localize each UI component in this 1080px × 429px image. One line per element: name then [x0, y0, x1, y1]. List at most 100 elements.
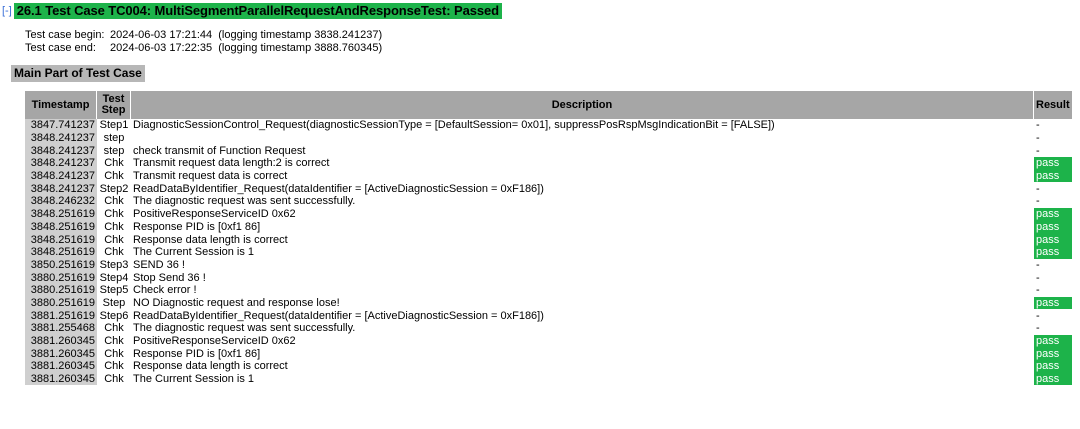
- cell-result: -: [1036, 258, 1040, 271]
- table-row: 3880.251619 Step5 Check error ! -: [25, 283, 1072, 297]
- table-row: 3881.260345 Chk The Current Session is 1 pa…: [25, 372, 1072, 386]
- cell-result: -: [1036, 322, 1040, 335]
- cell-result: pass: [1034, 233, 1072, 246]
- cell-result: pass: [1034, 347, 1072, 361]
- cell-result: pass: [1034, 157, 1072, 170]
- cell-test-step: Chk: [104, 322, 124, 335]
- cell-timestamp: 3880.251619: [25, 296, 97, 310]
- cell-timestamp: 3881.260345: [25, 360, 97, 373]
- table-row: 3880.251619 Step NO Diagnostic request and…: [25, 296, 1072, 310]
- end-row: Test case end: 2024-06-03 17:22:35 (logg…: [25, 42, 382, 55]
- cell-description: ReadDataByIdentifier_Request(dataIdentif…: [133, 309, 544, 322]
- cell-test-step: Chk: [104, 246, 124, 259]
- cell-description: Check error !: [133, 284, 197, 297]
- table-body: 3847.741237 Step1 DiagnosticSessionControl…: [25, 119, 1072, 386]
- cell-timestamp: 3848.246232: [25, 195, 97, 208]
- cell-timestamp: 3848.241237: [25, 169, 97, 183]
- col-header-test-step-line2: Step: [101, 104, 126, 116]
- table-row: 3881.251619 Step6 ReadDataByIdentifier_Req…: [25, 309, 1072, 322]
- table-row: 3881.260345 Chk Response data length is co…: [25, 360, 1072, 373]
- begin-value: 2024-06-03 17:21:44 (logging timestamp 3…: [110, 29, 383, 41]
- cell-description: Transmit request data length:2 is correc…: [133, 157, 330, 170]
- cell-test-step: Step4: [99, 271, 129, 284]
- cell-timestamp: 3850.251619: [25, 258, 97, 272]
- cell-timestamp: 3881.260345: [25, 372, 97, 386]
- cell-description: The diagnostic request was sent successf…: [133, 195, 356, 208]
- cell-description: Response data length is correct: [133, 233, 288, 246]
- col-header-test-step: Test Step: [97, 91, 131, 119]
- table-row: 3848.251619 Chk PositiveResponseServiceID …: [25, 207, 1072, 221]
- cell-test-step: Step1: [99, 119, 129, 132]
- table-row: 3848.241237 Chk Transmit request data leng…: [25, 157, 1072, 170]
- cell-result: -: [1036, 132, 1040, 145]
- cell-timestamp: 3848.241237: [25, 144, 97, 158]
- cell-test-step: Step3: [99, 258, 129, 271]
- cell-result: -: [1036, 144, 1040, 157]
- cell-description: PositiveResponseServiceID 0x62: [133, 335, 296, 348]
- cell-test-step: Step6: [99, 309, 129, 322]
- cell-test-step: Chk: [104, 347, 124, 360]
- cell-test-step: Chk: [104, 208, 124, 221]
- cell-description: Response data length is correct: [133, 360, 288, 373]
- cell-result: pass: [1034, 207, 1072, 221]
- cell-description: Stop Send 36 !: [133, 271, 206, 284]
- cell-description: DiagnosticSessionControl_Request(diagnos…: [133, 119, 775, 132]
- collapse-toggle[interactable]: [-]: [0, 5, 14, 17]
- cell-timestamp: 3848.251619: [25, 220, 97, 234]
- col-header-timestamp: Timestamp: [25, 91, 97, 119]
- cell-test-step: Chk: [104, 335, 124, 348]
- cell-test-step: step: [103, 132, 125, 145]
- table-row: 3848.251619 Chk The Current Session is 1 pa…: [25, 245, 1072, 259]
- cell-timestamp: 3848.251619: [25, 207, 97, 221]
- cell-timestamp: 3880.251619: [25, 271, 97, 284]
- cell-test-step: Chk: [104, 157, 124, 170]
- cell-test-step: Step: [102, 296, 126, 309]
- section-title: Main Part of Test Case: [11, 65, 145, 82]
- cell-result: -: [1036, 284, 1040, 297]
- cell-timestamp: 3848.241237: [25, 182, 97, 196]
- cell-result: pass: [1034, 372, 1072, 386]
- cell-description: SEND 36 !: [133, 258, 185, 271]
- col-header-description: Description: [131, 91, 1034, 119]
- test-steps-table: Timestamp Test Step Description Result 3…: [25, 91, 1072, 386]
- cell-timestamp: 3881.260345: [25, 347, 97, 361]
- table-row: 3848.241237 Step2 ReadDataByIdentifier_Req…: [25, 182, 1072, 196]
- test-case-header: [-] 26.1 Test Case TC004: MultiSegmentPa…: [0, 3, 502, 19]
- col-header-result: Result: [1034, 91, 1072, 119]
- table-row: 3880.251619 Step4 Stop Send 36 ! -: [25, 271, 1072, 284]
- cell-timestamp: 3880.251619: [25, 283, 97, 297]
- cell-description: The Current Session is 1: [133, 373, 255, 386]
- table-row: 3848.251619 Chk Response data length is co…: [25, 233, 1072, 246]
- cell-description: ReadDataByIdentifier_Request(dataIdentif…: [133, 182, 544, 195]
- table-header-row: Timestamp Test Step Description Result: [25, 91, 1072, 119]
- table-row: 3848.241237 step check transmit of Functio…: [25, 144, 1072, 158]
- cell-description: The diagnostic request was sent successf…: [133, 322, 356, 335]
- cell-result: -: [1036, 271, 1040, 284]
- cell-timestamp: 3848.241237: [25, 157, 97, 170]
- begin-label: Test case begin:: [25, 29, 105, 41]
- cell-timestamp: 3847.741237: [25, 119, 97, 132]
- test-case-title: 26.1 Test Case TC004: MultiSegmentParall…: [13, 3, 502, 19]
- cell-description: The Current Session is 1: [133, 246, 255, 259]
- cell-description: PositiveResponseServiceID 0x62: [133, 208, 296, 221]
- cell-timestamp: 3848.251619: [25, 233, 97, 246]
- cell-result: pass: [1034, 360, 1072, 373]
- cell-result: pass: [1034, 220, 1072, 234]
- cell-test-step: Chk: [104, 195, 124, 208]
- table-row: 3850.251619 Step3 SEND 36 ! -: [25, 258, 1072, 272]
- begin-row: Test case begin: 2024-06-03 17:21:44 (lo…: [25, 29, 382, 42]
- cell-timestamp: 3881.251619: [25, 309, 97, 322]
- cell-description: NO Diagnostic request and response lose!: [133, 296, 340, 309]
- cell-result: pass: [1034, 296, 1072, 310]
- cell-result: -: [1036, 119, 1040, 132]
- cell-test-step: Chk: [104, 233, 124, 246]
- table-row: 3881.260345 Chk Response PID is [0xf1 86] p…: [25, 347, 1072, 361]
- table-row: 3881.260345 Chk PositiveResponseServiceID …: [25, 334, 1072, 348]
- cell-test-step: Chk: [104, 220, 124, 233]
- table-row: 3847.741237 Step1 DiagnosticSessionControl…: [25, 119, 1072, 132]
- table-row: 3848.251619 Chk Response PID is [0xf1 86] p…: [25, 220, 1072, 234]
- table-row: 3848.246232 Chk The diagnostic request was…: [25, 195, 1072, 208]
- cell-timestamp: 3881.260345: [25, 334, 97, 348]
- cell-description: check transmit of Function Request: [133, 144, 306, 157]
- cell-timestamp: 3848.241237: [25, 131, 97, 145]
